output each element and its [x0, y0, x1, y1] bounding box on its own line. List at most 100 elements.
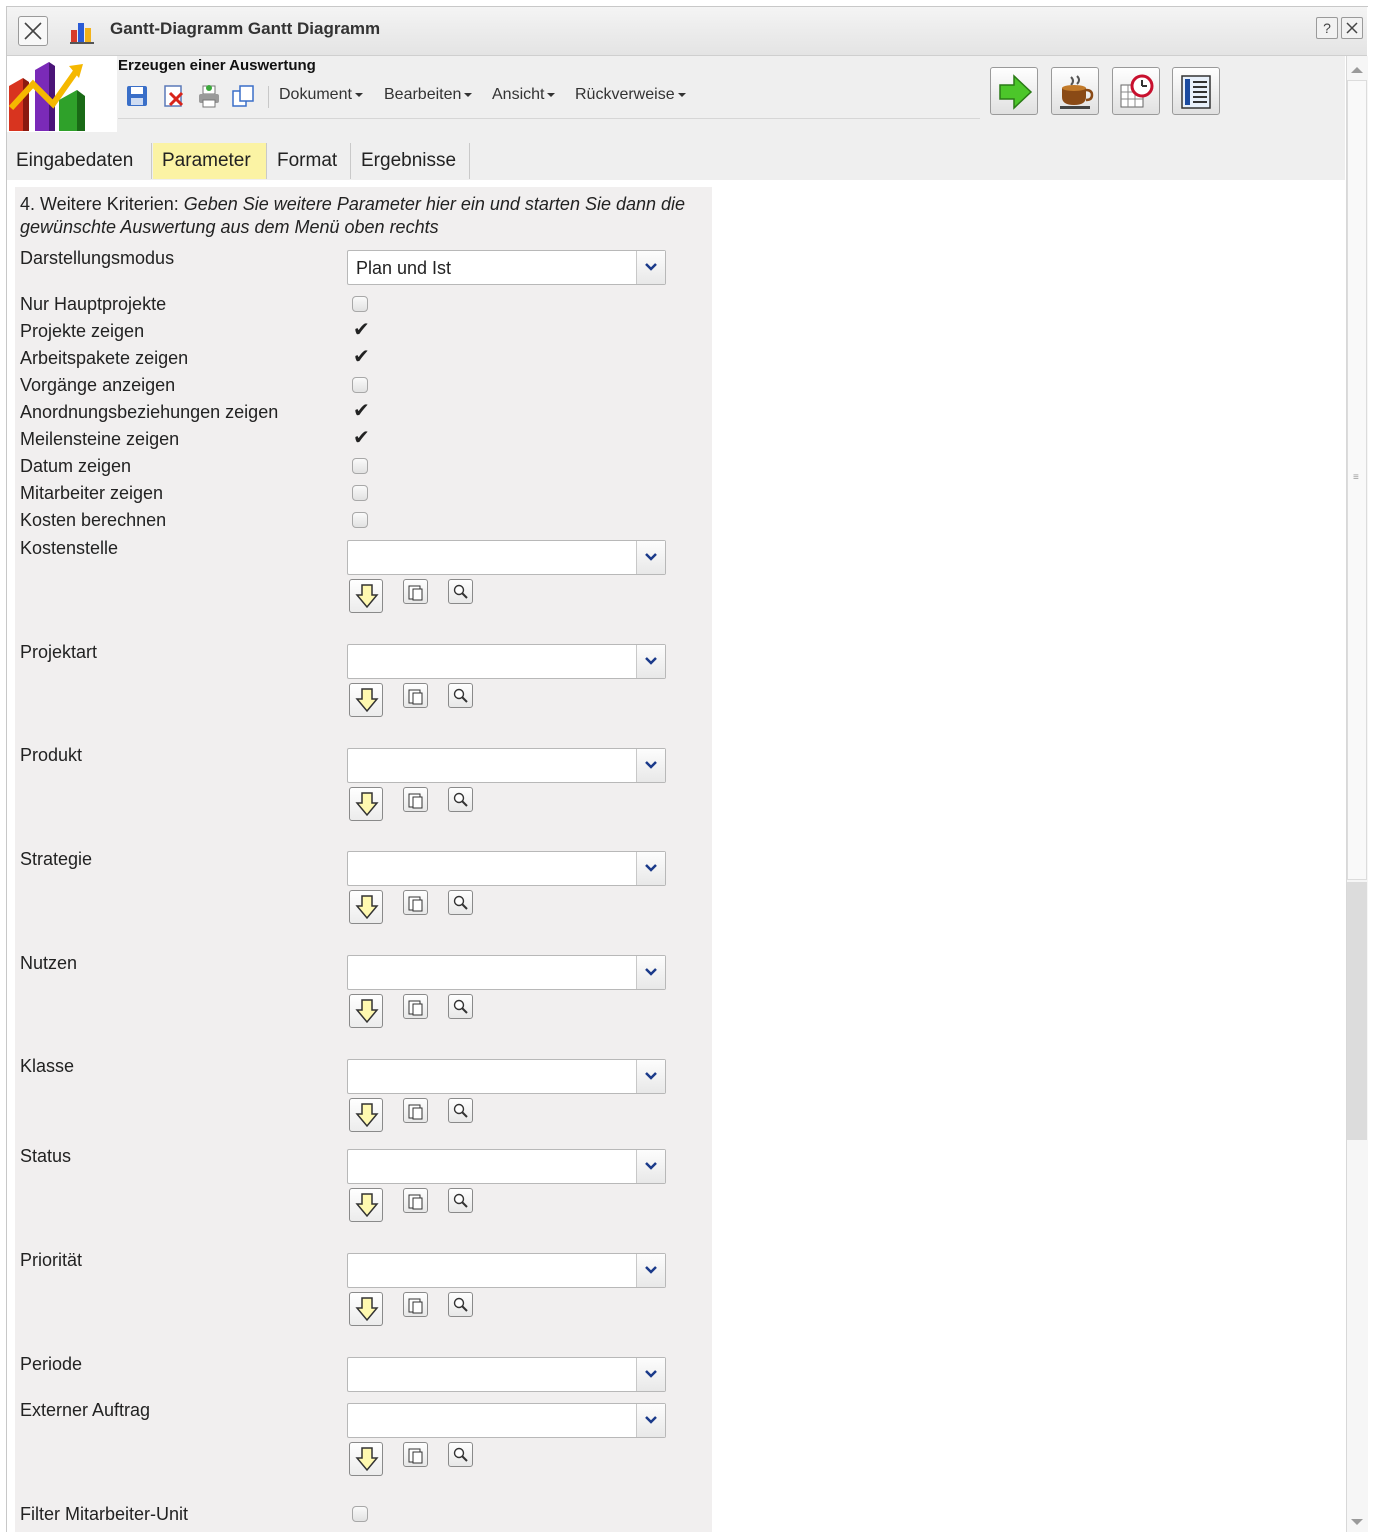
delete-icon[interactable] [162, 84, 186, 108]
label-externer-auftrag: Externer Auftrag [20, 1400, 151, 1420]
checkbox-kosten-berechnen[interactable] [352, 512, 368, 528]
bar-chart-icon [70, 23, 94, 44]
checkbox-anordnungsbeziehungen[interactable]: ✔ [353, 400, 370, 420]
paste-button[interactable] [403, 579, 428, 604]
status-select[interactable] [347, 1149, 666, 1184]
kostenstelle-select[interactable] [347, 540, 666, 575]
dropdown-button[interactable] [636, 1404, 665, 1437]
checkbox-filter-mitarbeiter-unit[interactable] [352, 1506, 368, 1522]
paste-button[interactable] [403, 1292, 428, 1317]
search-button[interactable] [448, 1098, 473, 1123]
tab-ergebnisse[interactable]: Ergebnisse [352, 143, 470, 179]
label-produkt: Produkt [20, 745, 83, 765]
tab-format[interactable]: Format [268, 143, 351, 179]
dropdown-button[interactable] [636, 645, 665, 678]
produkt-select[interactable] [347, 748, 666, 783]
apply-down-button[interactable] [349, 787, 383, 821]
menu-label: Ansicht [492, 86, 545, 103]
print-icon[interactable] [197, 84, 221, 108]
chart-logo-icon [8, 62, 85, 131]
dropdown-button[interactable] [636, 541, 665, 574]
paste-button[interactable] [403, 1442, 428, 1467]
apply-down-button[interactable] [349, 994, 383, 1028]
projektart-select[interactable] [347, 644, 666, 679]
label-kosten-berechnen: Kosten berechnen [20, 510, 167, 530]
apply-down-button[interactable] [349, 1098, 383, 1132]
search-button[interactable] [448, 890, 473, 915]
dropdown-button[interactable] [636, 956, 665, 989]
close-button[interactable] [1341, 17, 1363, 39]
dropdown-button[interactable] [636, 852, 665, 885]
magnifier-icon [453, 1103, 468, 1118]
report-list-button[interactable] [1172, 67, 1220, 115]
dropdown-button[interactable] [636, 1254, 665, 1287]
nutzen-select[interactable] [347, 955, 666, 990]
magnifier-icon [453, 792, 468, 807]
menu-bearbeiten[interactable]: Bearbeiten [384, 86, 473, 104]
dropdown-button[interactable] [636, 1358, 665, 1391]
label-filter-mitarbeiter-unit: Filter Mitarbeiter-Unit [20, 1504, 189, 1524]
scrollbar-grip-icon: ≡ [1353, 472, 1359, 483]
label-strategie: Strategie [20, 849, 93, 869]
label-anordnungsbeziehungen: Anordnungsbeziehungen zeigen [20, 402, 279, 422]
paste-button[interactable] [403, 994, 428, 1019]
dropdown-button[interactable] [636, 1150, 665, 1183]
save-icon[interactable] [125, 84, 149, 108]
magnifier-icon [453, 1447, 468, 1462]
help-button[interactable]: ? [1316, 17, 1338, 39]
apply-down-button[interactable] [349, 890, 383, 924]
checkbox-meilensteine-zeigen[interactable]: ✔ [353, 427, 370, 447]
tab-eingabedaten[interactable]: Eingabedaten [7, 143, 152, 179]
paste-button[interactable] [403, 890, 428, 915]
scroll-down-icon[interactable] [1346, 1512, 1368, 1532]
menu-rueckverweise[interactable]: Rückverweise [575, 86, 686, 104]
copy-icon[interactable] [231, 84, 255, 108]
prioritaet-select[interactable] [347, 1253, 666, 1288]
search-button[interactable] [448, 787, 473, 812]
label-periode: Periode [20, 1354, 83, 1374]
dropdown-button[interactable] [636, 1060, 665, 1093]
apply-down-button[interactable] [349, 1188, 383, 1222]
label-datum-zeigen: Datum zeigen [20, 456, 132, 476]
checkbox-mitarbeiter-zeigen[interactable] [352, 485, 368, 501]
checkbox-arbeitspakete-zeigen[interactable]: ✔ [353, 346, 370, 366]
checkbox-datum-zeigen[interactable] [352, 458, 368, 474]
close-window-button[interactable] [18, 16, 48, 46]
scrollbar-track[interactable] [1347, 882, 1367, 1140]
dropdown-button[interactable] [636, 749, 665, 782]
search-button[interactable] [448, 683, 473, 708]
caret-down-icon [547, 92, 556, 97]
dropdown-button[interactable] [636, 251, 665, 284]
apply-down-button[interactable] [349, 579, 383, 613]
select-value: Plan und Ist [356, 258, 452, 278]
menu-dokument[interactable]: Dokument [279, 86, 363, 104]
search-button[interactable] [448, 1188, 473, 1213]
checkbox-vorgaenge-anzeigen[interactable] [352, 377, 368, 393]
externer-auftrag-select[interactable] [347, 1403, 666, 1438]
tab-parameter[interactable]: Parameter [153, 143, 267, 179]
apply-down-button[interactable] [349, 683, 383, 717]
periode-select[interactable] [347, 1357, 666, 1392]
schedule-button[interactable] [1112, 67, 1160, 115]
apply-down-button[interactable] [349, 1442, 383, 1476]
run-button[interactable] [990, 67, 1038, 115]
paste-button[interactable] [403, 1098, 428, 1123]
search-button[interactable] [448, 579, 473, 604]
menu-ansicht[interactable]: Ansicht [492, 86, 556, 104]
search-button[interactable] [448, 994, 473, 1019]
magnifier-icon [453, 1193, 468, 1208]
checkbox-nur-hauptprojekte[interactable] [352, 296, 368, 312]
paste-button[interactable] [403, 787, 428, 812]
apply-down-button[interactable] [349, 1292, 383, 1326]
checkbox-projekte-zeigen[interactable]: ✔ [353, 319, 370, 339]
menu-label: Dokument [279, 86, 352, 103]
strategie-select[interactable] [347, 851, 666, 886]
scroll-up-icon[interactable] [1346, 60, 1368, 80]
coffee-break-button[interactable] [1051, 67, 1099, 115]
search-button[interactable] [448, 1442, 473, 1467]
klasse-select[interactable] [347, 1059, 666, 1094]
paste-button[interactable] [403, 683, 428, 708]
darstellungsmodus-select[interactable]: Plan und Ist [347, 250, 666, 285]
paste-button[interactable] [403, 1188, 428, 1213]
search-button[interactable] [448, 1292, 473, 1317]
